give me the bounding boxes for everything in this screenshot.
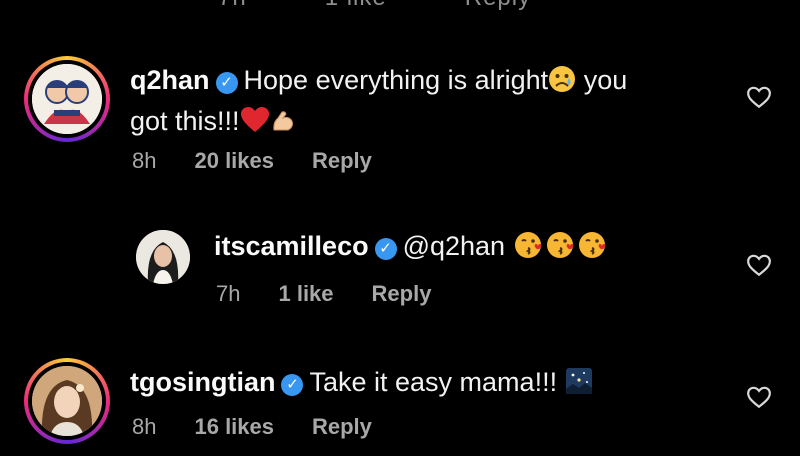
comment-body: tgosingtian ✓ Take it easy mama!!! (130, 364, 730, 405)
heart-outline-icon[interactable] (746, 252, 772, 278)
verified-badge-icon: ✓ (281, 374, 304, 396)
comment-text[interactable]: @q2han (403, 231, 506, 261)
comment-text: Take it easy mama!!! (309, 367, 558, 397)
reply-button[interactable]: Reply (372, 281, 432, 306)
verified-badge-icon: ✓ (374, 238, 397, 260)
kissing-face-emoji (545, 229, 577, 269)
kissing-face-emoji (513, 229, 545, 269)
comment-username[interactable]: q2han (130, 65, 210, 95)
comment-body: itscamilleco ✓ @q2han (214, 228, 734, 269)
comment-username[interactable]: tgosingtian (130, 367, 275, 397)
avatar-story-ring[interactable] (24, 358, 110, 444)
reply-button[interactable]: Reply (312, 414, 372, 439)
comment-text-cont: you (583, 65, 628, 95)
night-sky-emoji (565, 367, 593, 405)
avatar[interactable] (136, 230, 190, 284)
comment-meta: 8h 20 likes Reply (132, 148, 372, 174)
heart-outline-icon[interactable] (746, 84, 772, 110)
comment-time: 8h (132, 148, 157, 173)
previous-comment-meta: 7h 1 like Reply (218, 0, 609, 11)
reply-button[interactable]: Reply (312, 148, 372, 173)
comment-time: 7h (216, 281, 241, 306)
comment-meta: 8h 16 likes Reply (132, 414, 372, 440)
avatar (32, 366, 102, 436)
comment-username[interactable]: itscamilleco (214, 231, 369, 261)
comment-meta: 7h 1 like Reply (216, 281, 431, 307)
comment-likes[interactable]: 20 likes (194, 148, 274, 173)
previous-comment-reply[interactable]: Reply (465, 0, 531, 11)
comment-text: Hope everything is alright (243, 65, 549, 95)
red-heart-emoji (240, 106, 270, 144)
comment-time: 8h (132, 414, 157, 439)
sad-face-emoji (548, 65, 576, 103)
verified-badge-icon: ✓ (215, 72, 238, 94)
comment-text-line2: got this!!! (130, 106, 240, 136)
previous-comment-time: 7h (218, 0, 247, 11)
comment-likes[interactable]: 16 likes (194, 414, 274, 439)
avatar-story-ring[interactable] (24, 56, 110, 142)
comment-body: q2han ✓ Hope everything is alright you got … (130, 62, 710, 144)
flexed-biceps-emoji (270, 107, 296, 144)
kissing-face-emoji (577, 229, 609, 269)
heart-outline-icon[interactable] (746, 384, 772, 410)
comment-likes[interactable]: 1 like (278, 281, 333, 306)
previous-comment-likes[interactable]: 1 like (325, 0, 387, 11)
avatar (32, 64, 102, 134)
